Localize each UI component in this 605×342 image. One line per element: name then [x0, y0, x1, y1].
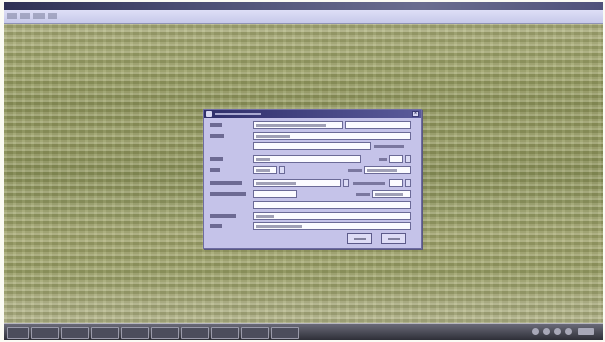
dialog-titlebar[interactable]: ×	[204, 110, 421, 118]
field-label	[210, 192, 246, 196]
field-value	[256, 135, 290, 138]
spin-button[interactable]	[405, 179, 411, 187]
field-value	[256, 124, 326, 127]
text-field[interactable]	[372, 190, 411, 198]
properties-dialog: ×	[203, 109, 422, 249]
taskbar-button[interactable]	[31, 327, 59, 339]
field-label	[210, 157, 223, 161]
tray-icon[interactable]	[565, 328, 572, 335]
menu-bar	[4, 10, 603, 24]
field-label	[356, 193, 370, 196]
button-label	[354, 238, 366, 240]
text-field[interactable]	[253, 166, 277, 174]
field-label	[210, 214, 236, 218]
field-label	[210, 134, 224, 138]
app-titlebar	[4, 2, 603, 10]
tray-icon[interactable]	[554, 328, 561, 335]
menu-item[interactable]	[33, 13, 45, 19]
taskbar-button[interactable]	[211, 327, 239, 339]
taskbar-button[interactable]	[91, 327, 119, 339]
field-value	[367, 169, 397, 172]
text-field[interactable]	[364, 166, 411, 174]
field-value	[256, 215, 274, 218]
taskbar-button[interactable]	[151, 327, 179, 339]
field-label	[210, 168, 220, 172]
field-label	[379, 158, 387, 161]
field-value	[256, 158, 270, 161]
field-value	[375, 193, 403, 196]
text-field[interactable]	[253, 155, 361, 163]
field-value	[256, 225, 302, 228]
spin-button[interactable]	[405, 155, 411, 163]
menu-item[interactable]	[48, 13, 57, 19]
screen: ×	[4, 2, 603, 340]
taskbar-button[interactable]	[61, 327, 89, 339]
text-field[interactable]	[253, 212, 411, 220]
text-field[interactable]	[253, 201, 411, 209]
field-label	[348, 169, 362, 172]
tray-icon[interactable]	[532, 328, 539, 335]
taskbar-button[interactable]	[271, 327, 299, 339]
dialog-button[interactable]	[381, 233, 406, 244]
dropdown-button[interactable]	[279, 166, 285, 174]
close-icon[interactable]: ×	[412, 111, 419, 117]
field-label	[374, 145, 404, 148]
text-field[interactable]	[253, 222, 411, 230]
button-label	[388, 238, 400, 240]
field-label	[210, 224, 222, 228]
text-field[interactable]	[253, 190, 297, 198]
dialog-title	[215, 113, 261, 115]
taskbar	[4, 323, 603, 340]
field-label	[210, 181, 242, 185]
field-value	[256, 169, 270, 172]
tray-icon[interactable]	[543, 328, 550, 335]
dialog-icon	[206, 111, 212, 117]
text-field[interactable]	[389, 155, 403, 163]
dropdown-button[interactable]	[343, 179, 349, 187]
text-field[interactable]	[253, 132, 411, 140]
taskbar-button[interactable]	[121, 327, 149, 339]
field-label	[210, 123, 222, 127]
dialog-button[interactable]	[347, 233, 372, 244]
menu-item[interactable]	[20, 13, 30, 19]
taskbar-button[interactable]	[181, 327, 209, 339]
menu-item[interactable]	[7, 13, 17, 19]
taskbar-button[interactable]	[7, 327, 29, 339]
text-field[interactable]	[389, 179, 403, 187]
clock-icon[interactable]	[578, 328, 594, 335]
field-label	[353, 182, 385, 185]
taskbar-button[interactable]	[241, 327, 269, 339]
text-field[interactable]	[253, 142, 371, 150]
text-field[interactable]	[345, 121, 411, 129]
field-value	[256, 182, 296, 185]
text-field[interactable]	[253, 121, 343, 129]
text-field[interactable]	[253, 179, 341, 187]
